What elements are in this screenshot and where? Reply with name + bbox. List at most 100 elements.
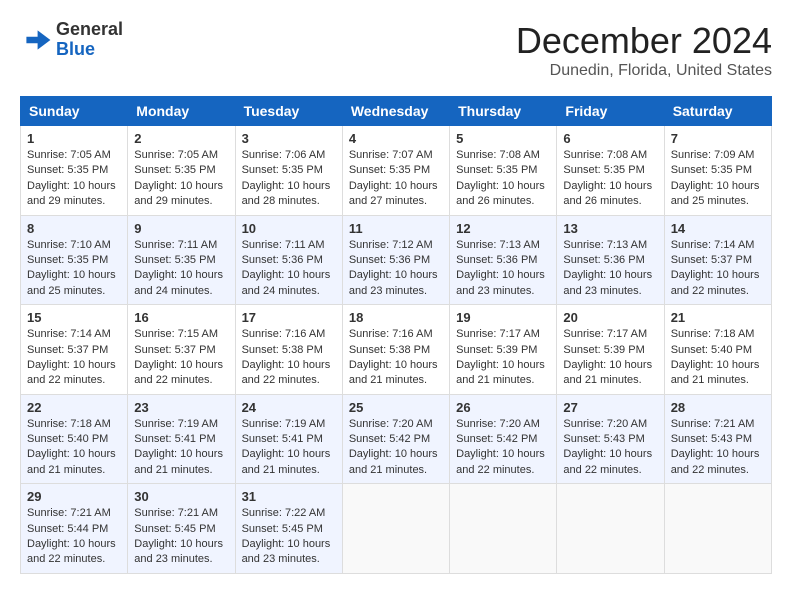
- calendar-week-row-3: 15 Sunrise: 7:14 AM Sunset: 5:37 PM Dayli…: [21, 305, 772, 395]
- calendar-cell: [450, 484, 557, 574]
- day-number: 22: [27, 400, 121, 415]
- day-number: 28: [671, 400, 765, 415]
- day-number: 10: [242, 221, 336, 236]
- weekday-header-friday: Friday: [557, 97, 664, 126]
- month-title: December 2024: [516, 20, 772, 62]
- calendar-cell: 19Sunrise: 7:17 AM Sunset: 5:39 PM Dayli…: [450, 305, 557, 395]
- day-number: 12: [456, 221, 550, 236]
- calendar-cell: 26 Sunrise: 7:20 AM Sunset: 5:42 PM Dayli…: [450, 394, 557, 484]
- day-number: 17: [242, 310, 336, 325]
- day-info: Sunrise: 7:20 AM Sunset: 5:43 PM Dayligh…: [563, 417, 657, 479]
- day-info: Sunrise: 7:19 AM Sunset: 5:41 PM Dayligh…: [242, 417, 336, 479]
- day-number: 4: [349, 131, 443, 146]
- weekday-header-monday: Monday: [128, 97, 235, 126]
- day-info: Sunrise: 7:10 AM Sunset: 5:35 PM Dayligh…: [27, 238, 121, 300]
- day-info: Sunrise: 7:05 AM Sunset: 5:35 PM Dayligh…: [27, 148, 121, 210]
- day-number: 25: [349, 400, 443, 415]
- calendar-cell: 1 Sunrise: 7:05 AM Sunset: 5:35 PM Daylig…: [21, 126, 128, 216]
- day-info: Sunrise: 7:13 AM Sunset: 5:36 PM Dayligh…: [563, 238, 657, 300]
- day-info: Sunrise: 7:17 AM Sunset: 5:39 PM Dayligh…: [563, 327, 657, 389]
- day-number: 13: [563, 221, 657, 236]
- day-number: 26: [456, 400, 550, 415]
- logo: General Blue: [20, 20, 123, 60]
- day-info: Sunrise: 7:21 AM Sunset: 5:44 PM Dayligh…: [27, 506, 121, 568]
- calendar-week-row-1: 1 Sunrise: 7:05 AM Sunset: 5:35 PM Daylig…: [21, 126, 772, 216]
- calendar-cell: 5 Sunrise: 7:08 AM Sunset: 5:35 PM Daylig…: [450, 126, 557, 216]
- calendar-cell: 28 Sunrise: 7:21 AM Sunset: 5:43 PM Dayli…: [664, 394, 771, 484]
- logo-blue-text: Blue: [56, 40, 123, 60]
- day-number: 31: [242, 489, 336, 504]
- calendar-cell: 7Sunrise: 7:09 AM Sunset: 5:35 PM Daylig…: [664, 126, 771, 216]
- day-info: Sunrise: 7:12 AM Sunset: 5:36 PM Dayligh…: [349, 238, 443, 300]
- day-number: 20: [563, 310, 657, 325]
- calendar-cell: 25 Sunrise: 7:20 AM Sunset: 5:42 PM Dayli…: [342, 394, 449, 484]
- calendar-cell: 2Sunrise: 7:05 AM Sunset: 5:35 PM Daylig…: [128, 126, 235, 216]
- day-number: 3: [242, 131, 336, 146]
- day-info: Sunrise: 7:09 AM Sunset: 5:35 PM Dayligh…: [671, 148, 765, 210]
- day-info: Sunrise: 7:15 AM Sunset: 5:37 PM Dayligh…: [134, 327, 228, 389]
- weekday-header-tuesday: Tuesday: [235, 97, 342, 126]
- day-info: Sunrise: 7:21 AM Sunset: 5:43 PM Dayligh…: [671, 417, 765, 479]
- calendar-cell: 24 Sunrise: 7:19 AM Sunset: 5:41 PM Dayli…: [235, 394, 342, 484]
- calendar-cell: 17 Sunrise: 7:16 AM Sunset: 5:38 PM Dayli…: [235, 305, 342, 395]
- calendar-cell: 13 Sunrise: 7:13 AM Sunset: 5:36 PM Dayli…: [557, 215, 664, 305]
- logo-general-text: General: [56, 20, 123, 40]
- calendar-cell: 10 Sunrise: 7:11 AM Sunset: 5:36 PM Dayli…: [235, 215, 342, 305]
- day-info: Sunrise: 7:11 AM Sunset: 5:35 PM Dayligh…: [134, 238, 228, 300]
- day-info: Sunrise: 7:22 AM Sunset: 5:45 PM Dayligh…: [242, 506, 336, 568]
- calendar-cell: 4 Sunrise: 7:07 AM Sunset: 5:35 PM Daylig…: [342, 126, 449, 216]
- calendar-cell: 31 Sunrise: 7:22 AM Sunset: 5:45 PM Dayli…: [235, 484, 342, 574]
- day-info: Sunrise: 7:21 AM Sunset: 5:45 PM Dayligh…: [134, 506, 228, 568]
- day-number: 1: [27, 131, 121, 146]
- day-number: 6: [563, 131, 657, 146]
- calendar-cell: [342, 484, 449, 574]
- day-info: Sunrise: 7:07 AM Sunset: 5:35 PM Dayligh…: [349, 148, 443, 210]
- calendar-cell: 29Sunrise: 7:21 AM Sunset: 5:44 PM Dayli…: [21, 484, 128, 574]
- day-info: Sunrise: 7:16 AM Sunset: 5:38 PM Dayligh…: [349, 327, 443, 389]
- day-number: 24: [242, 400, 336, 415]
- calendar-cell: 12 Sunrise: 7:13 AM Sunset: 5:36 PM Dayli…: [450, 215, 557, 305]
- weekday-header-saturday: Saturday: [664, 97, 771, 126]
- day-info: Sunrise: 7:14 AM Sunset: 5:37 PM Dayligh…: [27, 327, 121, 389]
- day-number: 15: [27, 310, 121, 325]
- day-number: 14: [671, 221, 765, 236]
- calendar-cell: 15 Sunrise: 7:14 AM Sunset: 5:37 PM Dayli…: [21, 305, 128, 395]
- day-number: 27: [563, 400, 657, 415]
- day-info: Sunrise: 7:18 AM Sunset: 5:40 PM Dayligh…: [27, 417, 121, 479]
- calendar-cell: 23 Sunrise: 7:19 AM Sunset: 5:41 PM Dayli…: [128, 394, 235, 484]
- day-info: Sunrise: 7:08 AM Sunset: 5:35 PM Dayligh…: [456, 148, 550, 210]
- day-info: Sunrise: 7:20 AM Sunset: 5:42 PM Dayligh…: [456, 417, 550, 479]
- weekday-header-row: SundayMondayTuesdayWednesdayThursdayFrid…: [21, 97, 772, 126]
- day-number: 23: [134, 400, 228, 415]
- day-info: Sunrise: 7:16 AM Sunset: 5:38 PM Dayligh…: [242, 327, 336, 389]
- location-title: Dunedin, Florida, United States: [516, 62, 772, 80]
- calendar-cell: 22 Sunrise: 7:18 AM Sunset: 5:40 PM Dayli…: [21, 394, 128, 484]
- calendar-cell: 3 Sunrise: 7:06 AM Sunset: 5:35 PM Daylig…: [235, 126, 342, 216]
- logo-icon: [20, 24, 52, 56]
- header: General Blue December 2024 Dunedin, Flor…: [20, 20, 772, 80]
- day-info: Sunrise: 7:18 AM Sunset: 5:40 PM Dayligh…: [671, 327, 765, 389]
- day-info: Sunrise: 7:06 AM Sunset: 5:35 PM Dayligh…: [242, 148, 336, 210]
- day-info: Sunrise: 7:20 AM Sunset: 5:42 PM Dayligh…: [349, 417, 443, 479]
- calendar-cell: 21Sunrise: 7:18 AM Sunset: 5:40 PM Dayli…: [664, 305, 771, 395]
- day-number: 30: [134, 489, 228, 504]
- calendar-week-row-5: 29Sunrise: 7:21 AM Sunset: 5:44 PM Dayli…: [21, 484, 772, 574]
- calendar-cell: 18Sunrise: 7:16 AM Sunset: 5:38 PM Dayli…: [342, 305, 449, 395]
- calendar-cell: 9Sunrise: 7:11 AM Sunset: 5:35 PM Daylig…: [128, 215, 235, 305]
- day-number: 11: [349, 221, 443, 236]
- day-number: 2: [134, 131, 228, 146]
- calendar-cell: 8Sunrise: 7:10 AM Sunset: 5:35 PM Daylig…: [21, 215, 128, 305]
- day-number: 5: [456, 131, 550, 146]
- weekday-header-sunday: Sunday: [21, 97, 128, 126]
- title-area: December 2024 Dunedin, Florida, United S…: [516, 20, 772, 80]
- calendar-week-row-4: 22 Sunrise: 7:18 AM Sunset: 5:40 PM Dayli…: [21, 394, 772, 484]
- day-info: Sunrise: 7:19 AM Sunset: 5:41 PM Dayligh…: [134, 417, 228, 479]
- day-info: Sunrise: 7:08 AM Sunset: 5:35 PM Dayligh…: [563, 148, 657, 210]
- logo-text: General Blue: [56, 20, 123, 60]
- calendar-cell: 27 Sunrise: 7:20 AM Sunset: 5:43 PM Dayli…: [557, 394, 664, 484]
- calendar-cell: [664, 484, 771, 574]
- day-info: Sunrise: 7:11 AM Sunset: 5:36 PM Dayligh…: [242, 238, 336, 300]
- day-number: 16: [134, 310, 228, 325]
- day-info: Sunrise: 7:13 AM Sunset: 5:36 PM Dayligh…: [456, 238, 550, 300]
- day-info: Sunrise: 7:17 AM Sunset: 5:39 PM Dayligh…: [456, 327, 550, 389]
